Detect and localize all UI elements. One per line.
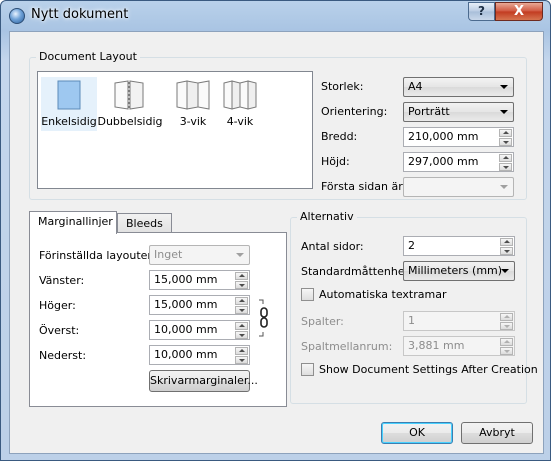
columns-spinbox[interactable]: 1 [403,311,515,331]
dialog-window: Nytt dokument ? X Document Layout Enkels… [0,0,551,461]
layout-option-dubbelsidig[interactable]: Dubbelsidig [97,77,163,131]
layout-option-label: Dubbelsidig [97,115,163,128]
columns-value: 1 [408,314,415,327]
layout-option-enkelsidig[interactable]: Enkelsidig [41,77,97,131]
spin-up-button[interactable] [235,347,248,355]
auto-frames-label: Automatiska textramar [319,288,447,301]
spin-down-button[interactable] [235,306,248,314]
spin-down-button[interactable] [500,322,513,330]
gap-label: Spaltmellanrum: [301,340,393,353]
spin-up-button[interactable] [499,154,512,162]
margins-panel: Förinställda layouter: Inget Vänster: 15… [29,232,287,407]
show-settings-label: Show Document Settings After Creation [319,363,538,376]
size-label: Storlek: [321,80,364,93]
title-bar[interactable]: Nytt dokument ? X [1,1,550,31]
window-title: Nytt dokument [31,7,129,22]
spin-down-button[interactable] [499,138,512,146]
chevron-down-icon [500,85,508,89]
double-page-icon [114,80,144,110]
alternativ-group: Alternativ Antal sidor: 2 Standardmåtten… [290,210,538,404]
spin-down-button[interactable] [500,247,513,255]
right-margin-label: Höger: [39,299,76,312]
spin-down-button[interactable] [235,356,248,364]
cancel-button[interactable]: Avbryt [461,422,533,444]
layout-option-label: Enkelsidig [41,115,97,128]
ok-button[interactable]: OK [381,422,453,444]
spin-up-button[interactable] [499,129,512,137]
top-margin-value: 10,000 mm [154,323,218,336]
show-settings-checkbox[interactable] [301,363,314,376]
chain-link-icon[interactable] [258,298,270,338]
presets-label: Förinställda layouter: [39,249,156,262]
spin-down-button[interactable] [499,163,512,171]
bottom-margin-label: Nederst: [39,349,87,362]
document-layout-group: Document Layout Enkelsidig Dubbelsidig 3… [29,50,527,200]
orientation-label: Orientering: [321,105,388,118]
layout-list: Enkelsidig Dubbelsidig 3-vik 4-vik [37,71,313,189]
chevron-down-icon [236,253,244,257]
spin-up-button[interactable] [235,322,248,330]
bottom-margin-value: 10,000 mm [154,348,218,361]
unit-select[interactable]: Millimeters (mm) [403,261,515,281]
left-margin-spinbox[interactable]: 15,000 mm [149,270,250,290]
right-margin-value: 15,000 mm [154,298,218,311]
spin-up-button[interactable] [500,313,513,321]
spin-down-button[interactable] [235,331,248,339]
layout-option-4-vik[interactable]: 4-vik [212,77,268,131]
width-label: Bredd: [321,130,358,143]
height-spinbox[interactable]: 297,000 mm [403,152,514,172]
trifold-icon [176,80,210,110]
help-button[interactable]: ? [468,2,495,21]
orientation-select[interactable]: Porträtt [403,102,514,122]
spin-up-button[interactable] [500,238,513,246]
pages-label: Antal sidor: [301,240,364,253]
chevron-down-icon [500,110,508,114]
columns-label: Spalter: [301,315,344,328]
chevron-down-icon [501,269,509,273]
spin-down-button[interactable] [500,347,513,355]
right-margin-spinbox[interactable]: 15,000 mm [149,295,250,315]
printer-margins-button[interactable]: Skrivarmarginaler... [149,370,258,392]
first-page-label: Första sidan är: [321,180,407,193]
spin-down-button[interactable] [235,281,248,289]
layout-option-label: 4-vik [226,115,254,128]
single-page-icon [57,80,81,110]
gap-spinbox[interactable]: 3,881 mm [403,336,515,356]
top-margin-label: Överst: [39,324,80,337]
alternativ-title: Alternativ [297,210,357,223]
orientation-value: Porträtt [408,105,450,118]
spin-up-button[interactable] [235,272,248,280]
size-select[interactable]: A4 [403,77,514,97]
pages-value: 2 [408,239,415,252]
spin-up-button[interactable] [235,297,248,305]
left-margin-label: Vänster: [39,274,85,287]
unit-value: Millimeters (mm) [408,264,503,277]
left-margin-value: 15,000 mm [154,273,218,286]
tab-bleeds[interactable]: Bleeds [117,213,172,234]
tab-marginallinjer[interactable]: Marginallinjer [29,211,117,234]
first-page-select[interactable] [403,177,514,197]
gap-value: 3,881 mm [408,339,465,352]
four-fold-icon [223,80,257,110]
presets-select[interactable]: Inget [149,245,250,265]
dialog-body: Document Layout Enkelsidig Dubbelsidig 3… [9,31,544,454]
bottom-margin-spinbox[interactable]: 10,000 mm [149,345,250,365]
pages-spinbox[interactable]: 2 [403,236,515,256]
height-label: Höjd: [321,155,350,168]
app-icon [9,8,25,24]
width-value: 210,000 mm [408,130,479,143]
top-margin-spinbox[interactable]: 10,000 mm [149,320,250,340]
chevron-down-icon [500,185,508,189]
width-spinbox[interactable]: 210,000 mm [403,127,514,147]
height-value: 297,000 mm [408,155,479,168]
auto-frames-checkbox[interactable] [301,288,314,301]
size-value: A4 [408,80,423,93]
unit-label: Standardmåttenhet: [301,265,413,278]
spin-up-button[interactable] [500,338,513,346]
presets-value: Inget [154,248,183,261]
close-button[interactable]: X [495,2,543,21]
document-layout-title: Document Layout [36,50,140,63]
